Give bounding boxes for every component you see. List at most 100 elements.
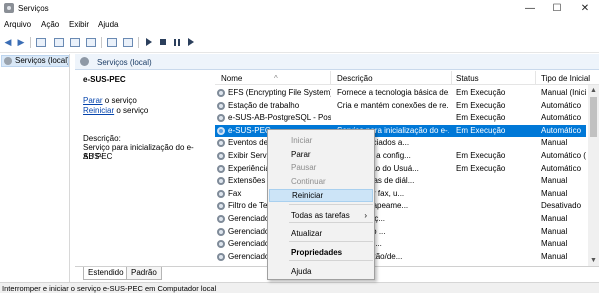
cell-startup: Manual xyxy=(541,251,568,261)
gear-icon xyxy=(217,152,225,160)
sort-arrow-icon: ^ xyxy=(274,74,278,83)
restart-service-line: Reiniciar o serviço xyxy=(83,106,148,115)
menu-item-parar[interactable]: Parar xyxy=(269,148,373,161)
gear-icon xyxy=(217,126,225,135)
gear-icon xyxy=(217,89,225,97)
help-icon[interactable] xyxy=(106,36,118,48)
gear-icon xyxy=(217,164,225,173)
menu-item-label: Continuar xyxy=(291,177,326,186)
menu-exibir[interactable]: Exibir xyxy=(69,20,89,29)
gear-icon xyxy=(4,57,12,65)
menu-separator xyxy=(289,260,373,261)
export-list-icon[interactable] xyxy=(85,36,97,48)
cell-status: Em Execução xyxy=(456,113,506,123)
services-app-icon xyxy=(4,3,14,13)
toolbar-separator xyxy=(101,37,102,48)
pause-service-icon[interactable] xyxy=(171,36,183,48)
menu-arquivo[interactable]: Arquivo xyxy=(4,20,31,29)
console-tree: Serviços (local) xyxy=(0,54,70,282)
menu-item-todas-as-tarefas[interactable]: Todas as tarefas › xyxy=(269,209,373,222)
stop-service-link[interactable]: Parar xyxy=(83,96,103,105)
cell-description: Fornece a tecnologia básica de... xyxy=(337,88,449,97)
tree-item-label: Serviços (local) xyxy=(15,56,69,65)
cell-status: Em Execução xyxy=(456,100,506,110)
window-title: Serviços xyxy=(18,4,49,13)
gear-icon xyxy=(217,101,225,110)
menu-bar: Arquivo Ação Exibir Ajuda xyxy=(0,17,599,33)
gear-icon xyxy=(217,177,225,186)
menu-item-label: Ajuda xyxy=(291,267,312,276)
menu-ajuda[interactable]: Ajuda xyxy=(98,20,118,29)
console-icon[interactable] xyxy=(53,36,65,48)
cell-status: Em Execução xyxy=(456,151,506,160)
table-row[interactable]: e-SUS-AB-PostgreSQL - Pos... Em Execução A… xyxy=(215,112,586,124)
cell-startup: Automático xyxy=(541,125,582,135)
minimize-button[interactable]: — xyxy=(516,0,544,17)
column-header-description[interactable]: Descrição xyxy=(337,74,373,83)
scroll-up-arrow-icon[interactable]: ▲ xyxy=(588,85,599,96)
service-name-title: e-SUS-PEC xyxy=(83,75,126,84)
restart-service-icon[interactable] xyxy=(185,36,197,48)
restart-service-link[interactable]: Reiniciar xyxy=(83,106,114,115)
menu-item-label: Propriedades xyxy=(291,248,343,257)
cell-startup: Manual xyxy=(541,239,568,249)
menu-item-label: Reiniciar xyxy=(292,191,324,200)
gear-icon xyxy=(80,57,89,66)
cell-startup: Manual xyxy=(541,214,568,223)
menu-item-reiniciar[interactable]: Reiniciar xyxy=(269,189,373,202)
chevron-right-icon: › xyxy=(364,211,367,220)
forward-arrow-icon[interactable]: ▶ xyxy=(15,36,27,48)
toolbar: ◀ ▶ xyxy=(0,33,599,53)
cell-startup: Desativado xyxy=(541,201,582,211)
start-service-icon[interactable] xyxy=(143,36,155,48)
menu-item-ajuda[interactable]: Ajuda xyxy=(269,265,373,278)
tab-padrao[interactable]: Padrão xyxy=(126,267,162,280)
gear-icon xyxy=(217,189,225,198)
scrollbar-thumb[interactable] xyxy=(590,97,597,137)
show-hide-tree-icon[interactable] xyxy=(35,36,47,48)
table-row[interactable]: EFS (Encrypting File System) Fornece a te… xyxy=(215,87,586,99)
menu-separator xyxy=(289,222,373,223)
close-button[interactable]: ✕ xyxy=(571,0,599,17)
tree-item-services-local[interactable]: Serviços (local) xyxy=(1,55,69,67)
back-arrow-icon[interactable]: ◀ xyxy=(2,36,14,48)
properties-icon[interactable] xyxy=(122,36,134,48)
cell-startup: Manual (Iniciar xyxy=(541,88,586,97)
menu-separator xyxy=(289,241,373,242)
pane-header-title: Serviços (local) xyxy=(97,58,152,67)
gear-icon xyxy=(217,227,225,236)
cell-name: Estação de trabalho xyxy=(228,100,300,110)
menu-item-label: Iniciar xyxy=(291,136,313,145)
toolbar-separator xyxy=(138,37,139,48)
table-row[interactable]: Estação de trabalho Cria e mantém conexõe… xyxy=(215,100,586,112)
cell-status: Em Execução xyxy=(456,125,506,135)
gear-icon xyxy=(217,215,225,223)
description-text: AB PEC xyxy=(83,152,113,161)
stop-service-icon[interactable] xyxy=(157,36,169,48)
gear-icon xyxy=(217,139,225,148)
menu-item-continuar: Continuar xyxy=(269,175,373,188)
maximize-button[interactable]: ☐ xyxy=(543,0,571,17)
column-header-startup-type[interactable]: Tipo de Inicial xyxy=(541,74,590,83)
menu-item-label: Atualizar xyxy=(291,229,323,238)
cell-startup: Manual xyxy=(541,176,568,186)
cell-status: Em Execução xyxy=(456,163,506,173)
menu-acao[interactable]: Ação xyxy=(41,20,59,29)
title-bar: Serviços — ☐ ✕ xyxy=(0,0,599,17)
gear-icon xyxy=(217,114,225,123)
menu-item-atualizar[interactable]: Atualizar xyxy=(269,227,373,240)
menu-item-iniciar: Iniciar xyxy=(269,134,373,147)
tab-estendido[interactable]: Estendido xyxy=(83,267,129,280)
vertical-scrollbar[interactable]: ▲ ▼ xyxy=(588,85,599,266)
column-header-status[interactable]: Status xyxy=(456,74,479,83)
scroll-down-arrow-icon[interactable]: ▼ xyxy=(588,255,599,266)
menu-item-propriedades[interactable]: Propriedades xyxy=(269,246,373,259)
cell-startup: Automático (A xyxy=(541,151,586,160)
cell-startup: Automático xyxy=(541,100,582,110)
cell-name: EFS (Encrypting File System) xyxy=(228,88,331,97)
refresh-icon[interactable] xyxy=(69,36,81,48)
gear-icon xyxy=(217,252,225,261)
column-header-name[interactable]: Nome xyxy=(221,74,242,83)
pane-header: Serviços (local) xyxy=(75,54,599,70)
service-detail-panel: e-SUS-PEC Parar o serviço Reiniciar o se… xyxy=(75,70,212,266)
